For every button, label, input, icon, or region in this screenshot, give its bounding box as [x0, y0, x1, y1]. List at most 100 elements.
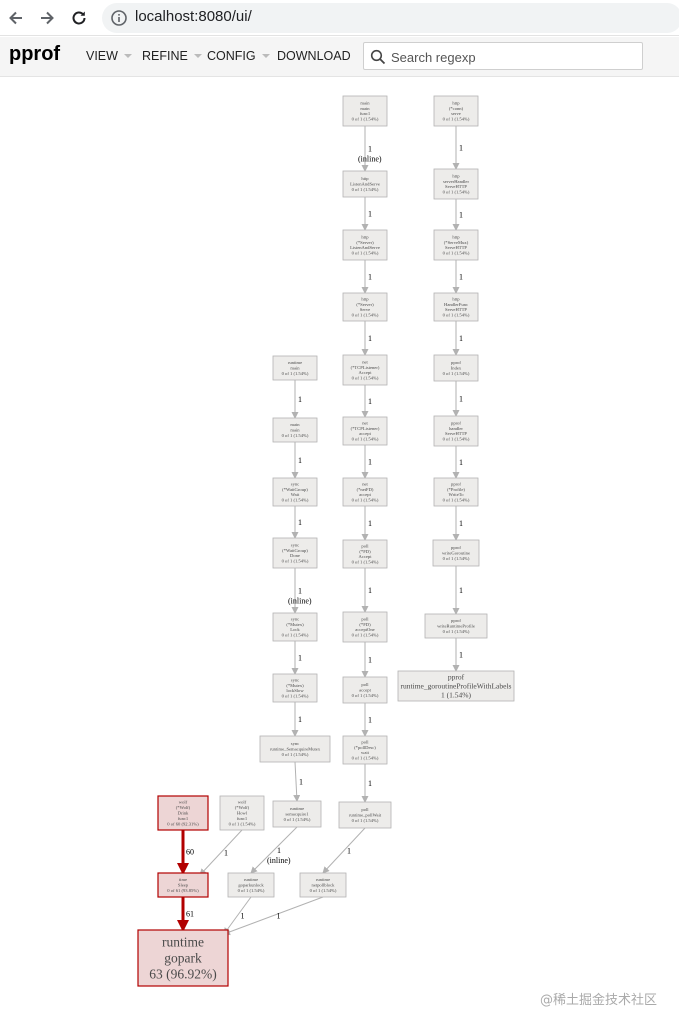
- graph-node[interactable]: mainmain0 of 1 (1.54%): [272, 417, 318, 443]
- graph-node[interactable]: pprofwriteRuntimeProfile0 of 1 (1.54%): [424, 613, 488, 639]
- graph-edge-label: 1: [368, 656, 372, 665]
- graph-node[interactable]: http(*conn)serve0 of 1 (1.54%): [433, 95, 479, 127]
- graph-node[interactable]: http(*ServeMux)ServeHTTP0 of 1 (1.54%): [433, 229, 479, 261]
- graph-edge[interactable]: [322, 827, 366, 874]
- graph-node-label: 0 of 1 (1.54%): [282, 433, 309, 438]
- graph-edge-label: 1: [368, 397, 372, 406]
- graph-node[interactable]: sync(*Mutex)lockSlow0 of 1 (1.54%): [272, 673, 318, 703]
- graph-node[interactable]: wolf(*Wolf)Howlfunc10 of 1 (1.54%): [219, 795, 265, 831]
- graph-node-label: 0 of 1 (1.54%): [443, 498, 470, 503]
- nodes-layer: mainmainfunc10 of 1 (1.54%) httpListenAnd…: [137, 95, 515, 987]
- graph-node[interactable]: pollruntime_pollWait0 of 1 (1.54%): [338, 801, 392, 829]
- reload-icon[interactable]: [67, 6, 91, 30]
- graph-node-label: (*FD): [359, 622, 371, 627]
- graph-node-label: (*Wolf): [235, 805, 250, 810]
- graph-node[interactable]: sync(*WaitGroup)Done0 of 1 (1.54%): [272, 537, 318, 569]
- back-arrow-icon[interactable]: [4, 6, 28, 30]
- graph-node[interactable]: httpListenAndServe0 of 1 (1.54%): [342, 170, 388, 198]
- graph-node[interactable]: pprof(*Profile)WriteTo0 of 1 (1.54%): [433, 477, 479, 507]
- graph-edge[interactable]: [250, 826, 298, 874]
- graph-edge-label: 1: [368, 716, 372, 725]
- graph-node[interactable]: sync(*WaitGroup)Wait0 of 1 (1.54%): [272, 477, 318, 507]
- graph-edge-label: 1: [298, 654, 302, 663]
- graph-node-label: runtime_SemacquireMutex: [270, 747, 321, 752]
- graph-node-label: net: [362, 359, 368, 364]
- graph-edge-label: 1: [459, 651, 463, 660]
- graph-edge-label: 1: [459, 211, 463, 220]
- graph-node[interactable]: runtimemain0 of 1 (1.54%): [272, 355, 318, 381]
- graph-edge[interactable]: [293, 761, 301, 802]
- menu-download[interactable]: DOWNLOAD: [277, 49, 351, 63]
- graph-node[interactable]: pollaccept0 of 1 (1.54%): [342, 676, 388, 704]
- graph-node[interactable]: poll(*pollDesc)wait0 of 1 (1.54%): [342, 735, 388, 765]
- graph-node-label: 0 of 1 (1.54%): [352, 251, 379, 256]
- info-icon[interactable]: [110, 9, 128, 27]
- graph-node-label: Sleep: [178, 883, 189, 888]
- graph-node[interactable]: runtimegoparkunlock0 of 1 (1.54%): [227, 872, 275, 898]
- graph-node[interactable]: http(*Server)Serve0 of 1 (1.54%): [342, 292, 388, 322]
- graph-node[interactable]: runtimegopark63 (96.92%): [137, 929, 229, 987]
- graph-node-label: Index: [451, 366, 462, 371]
- graph-node-label: 0 of 1 (1.54%): [443, 117, 470, 122]
- graph-node-label: acceptOne: [355, 627, 374, 632]
- url-text[interactable]: localhost:8080/ui/: [135, 8, 252, 25]
- graph-node[interactable]: httpserverHandlerServeHTTP0 of 1 (1.54%): [433, 168, 479, 200]
- graph-node-label: ServeHTTP: [445, 307, 467, 312]
- graph-node[interactable]: runtimenetpollblock0 of 1 (1.54%): [299, 872, 347, 898]
- graph-node-label: serve: [451, 111, 461, 116]
- graph-node[interactable]: pprofwriteGoroutine0 of 1 (1.54%): [432, 539, 480, 567]
- graph-node-label: pprof: [451, 360, 461, 365]
- graph-node[interactable]: http(*Server)ListenAndServe0 of 1 (1.54%…: [342, 229, 388, 261]
- graph-edge-label: 1: [459, 458, 463, 467]
- graph-node[interactable]: net(*TCPListener)Accept0 of 1 (1.54%): [342, 354, 388, 386]
- graph-node[interactable]: net(*TCPListener)accept0 of 1 (1.54%): [342, 416, 388, 446]
- graph-edge-label: 1: [459, 144, 463, 153]
- forward-arrow-icon[interactable]: [35, 6, 59, 30]
- graph-node[interactable]: httpHandlerFuncServeHTTP0 of 1 (1.54%): [433, 292, 479, 322]
- graph-node[interactable]: pprofruntime_goroutineProfileWithLabels1…: [397, 670, 515, 702]
- graph-node-label: writeRuntimeProfile: [437, 624, 475, 629]
- graph-node-label: sync: [291, 741, 299, 746]
- call-graph[interactable]: 1(inline)1111111111111111111111111(inlin…: [0, 77, 679, 997]
- graph-node-label: 0 of 60 (92.31%): [167, 821, 199, 826]
- graph-node-label: 0 of 1 (1.54%): [443, 313, 470, 318]
- graph-node-label: runtime: [290, 806, 304, 811]
- graph-node[interactable]: net(*netFD)accept0 of 1 (1.54%): [342, 477, 388, 507]
- graph-node-label: http: [361, 234, 369, 239]
- graph-node[interactable]: mainmainfunc10 of 1 (1.54%): [342, 95, 388, 127]
- graph-node-label: func1: [360, 111, 371, 116]
- graph-node[interactable]: pprofhandlerServeHTTP0 of 1 (1.54%): [433, 415, 479, 447]
- graph-node-label: (*WaitGroup): [282, 487, 308, 492]
- graph-node-label: 0 of 1 (1.54%): [282, 371, 309, 376]
- menu-view[interactable]: VIEW: [86, 49, 132, 63]
- graph-node-label: (*Server): [356, 240, 374, 245]
- graph-node-label: 1 (1.54%): [441, 690, 471, 699]
- search-icon: [370, 49, 386, 65]
- graph-node-label: 0 of 61 (93.85%): [167, 888, 199, 893]
- search-input[interactable]: [389, 45, 643, 69]
- graph-node[interactable]: timeSleep0 of 61 (93.85%): [157, 872, 209, 898]
- graph-node[interactable]: syncruntime_SemacquireMutex0 of 1 (1.54%…: [259, 735, 331, 763]
- graph-node-label: HandlerFunc: [444, 302, 468, 307]
- search-box[interactable]: [363, 42, 643, 70]
- graph-node-label: serverHandler: [443, 179, 469, 184]
- graph-node[interactable]: runtimesemacquire10 of 1 (1.54%): [272, 800, 322, 828]
- graph-node[interactable]: sync(*Mutex)Lock0 of 1 (1.54%): [272, 612, 318, 642]
- graph-node-label: main: [360, 106, 370, 111]
- graph-edge[interactable]: [223, 896, 324, 936]
- graph-node-label: runtime_pollWait: [349, 813, 382, 818]
- graph-node-label: time: [179, 877, 187, 882]
- menu-refine[interactable]: REFINE: [142, 49, 202, 63]
- graph-edge[interactable]: [199, 829, 243, 876]
- graph-node[interactable]: wolf(*Wolf)Drinkfunc10 of 60 (92.31%): [157, 795, 209, 831]
- graph-node-label: 0 of 1 (1.54%): [282, 633, 309, 638]
- graph-edge-sublabel: (inline): [267, 856, 291, 865]
- graph-node-label: (*FD): [359, 549, 371, 554]
- graph-node-label: ServeHTTP: [445, 245, 467, 250]
- graph-node-label: func1: [237, 816, 248, 821]
- graph-node[interactable]: poll(*FD)Accept0 of 1 (1.54%): [342, 539, 388, 569]
- graph-node[interactable]: pprofIndex0 of 1 (1.54%): [433, 354, 479, 382]
- graph-edge-label: 60: [186, 848, 194, 857]
- graph-node[interactable]: poll(*FD)acceptOne0 of 1 (1.54%): [342, 611, 388, 643]
- menu-config[interactable]: CONFIG: [207, 49, 270, 63]
